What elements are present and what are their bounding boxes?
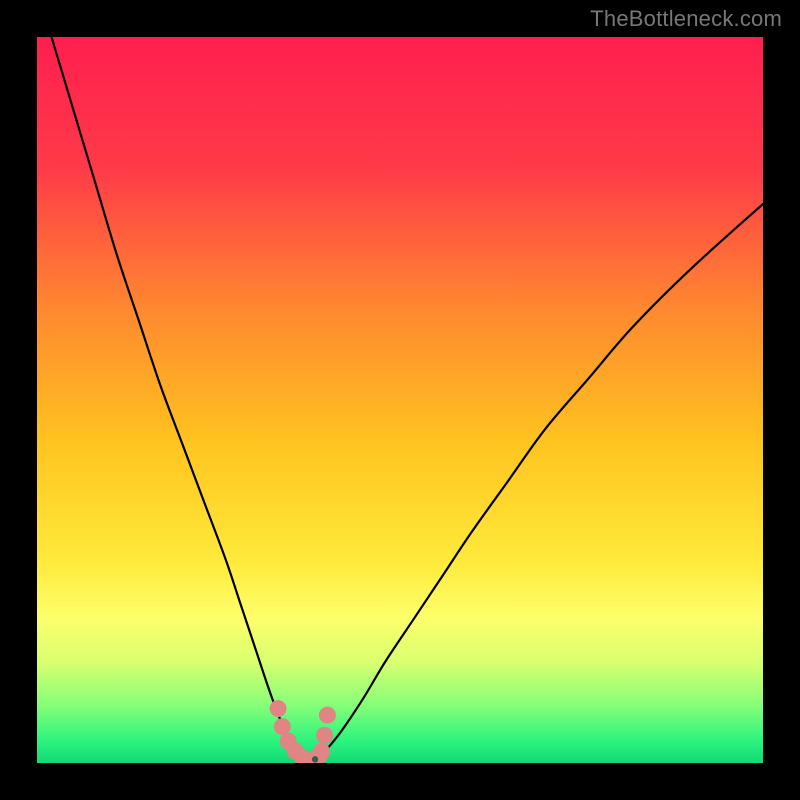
heat-gradient-background (37, 37, 763, 763)
plot-area (37, 37, 763, 763)
chart-frame: TheBottleneck.com (0, 0, 800, 800)
watermark-text: TheBottleneck.com (590, 6, 782, 32)
